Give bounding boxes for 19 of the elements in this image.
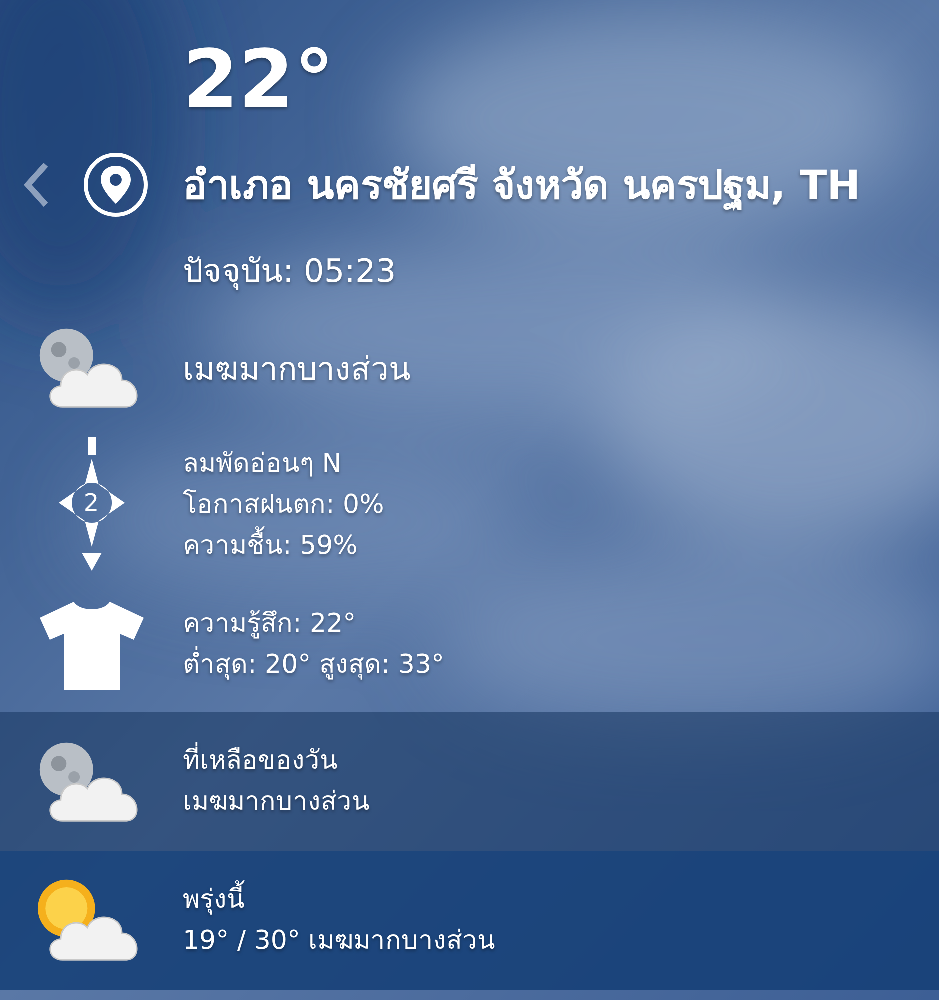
location-pin-icon <box>83 152 149 218</box>
forecast-title: พรุ่งนี้ <box>183 880 496 920</box>
forecast-title: ที่เหลือของวัน <box>183 740 370 782</box>
location-name: อำเภอ นครชัยศรี จังหวัด นครปฐม, TH <box>183 162 861 213</box>
weather-detail: โอกาสฝนตก: 0% <box>183 488 384 522</box>
current-time: ปัจจุบัน: 05:23 <box>183 250 396 292</box>
temperature: 22° <box>183 40 334 120</box>
wind-speed: 2 <box>82 489 100 517</box>
t-shirt-icon <box>40 600 144 690</box>
weather-detail: ความรู้สึก: 22° <box>183 608 358 641</box>
forecast-panel[interactable]: พรุ่งนี้ 19° / 30° เมฆมากบางส่วน <box>0 851 939 990</box>
forecast-panel[interactable]: ที่เหลือของวัน เมฆมากบางส่วน <box>0 712 939 851</box>
forecast-summary: 19° / 30° เมฆมากบางส่วน <box>183 924 496 958</box>
weather-detail: ต่ำสุด: 20° สูงสุด: 33° <box>183 645 444 686</box>
back-chevron-icon[interactable] <box>22 161 50 209</box>
weather-detail: ลมพัดอ่อนๆ N <box>183 448 343 480</box>
forecast-summary: เมฆมากบางส่วน <box>183 786 370 818</box>
condition-text: เมฆมากบางส่วน <box>183 348 411 390</box>
weather-detail: ความชื้น: 59% <box>183 526 384 566</box>
